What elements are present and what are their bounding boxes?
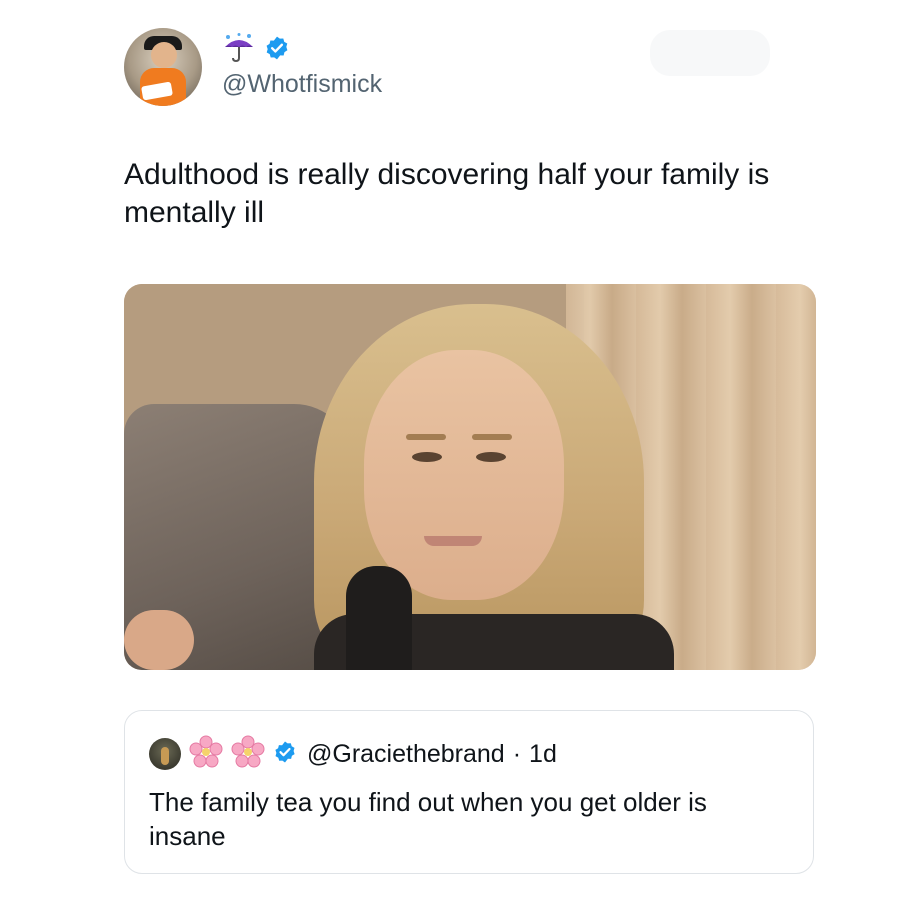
quoted-tweet-timestamp[interactable]: 1d [529,740,557,769]
redacted-area [650,30,770,76]
quoted-author-avatar[interactable] [149,738,181,770]
author-avatar[interactable] [124,28,202,106]
umbrella-rain-icon [222,33,256,63]
cherry-blossom-icon [189,735,223,774]
author-display-name[interactable] [222,33,290,63]
dot-separator: · [512,739,522,768]
author-handle[interactable]: @Whotfismick [222,70,382,99]
quoted-tweet-header: @Graciethebrand · 1d [149,735,557,774]
tweet-text: Adulthood is really discovering half you… [124,158,770,229]
tweet-card: @Whotfismick Adulthood is really discove… [0,0,900,900]
quoted-tweet[interactable]: @Graciethebrand · 1d The family tea you … [124,710,814,874]
cherry-blossom-icon [231,735,265,774]
quoted-author-handle[interactable]: @Graciethebrand [307,740,505,769]
verified-icon [264,35,290,61]
tweet-photo[interactable] [124,284,816,670]
verified-icon [273,740,297,769]
quoted-tweet-text: The family tea you find out when you get… [149,787,707,851]
